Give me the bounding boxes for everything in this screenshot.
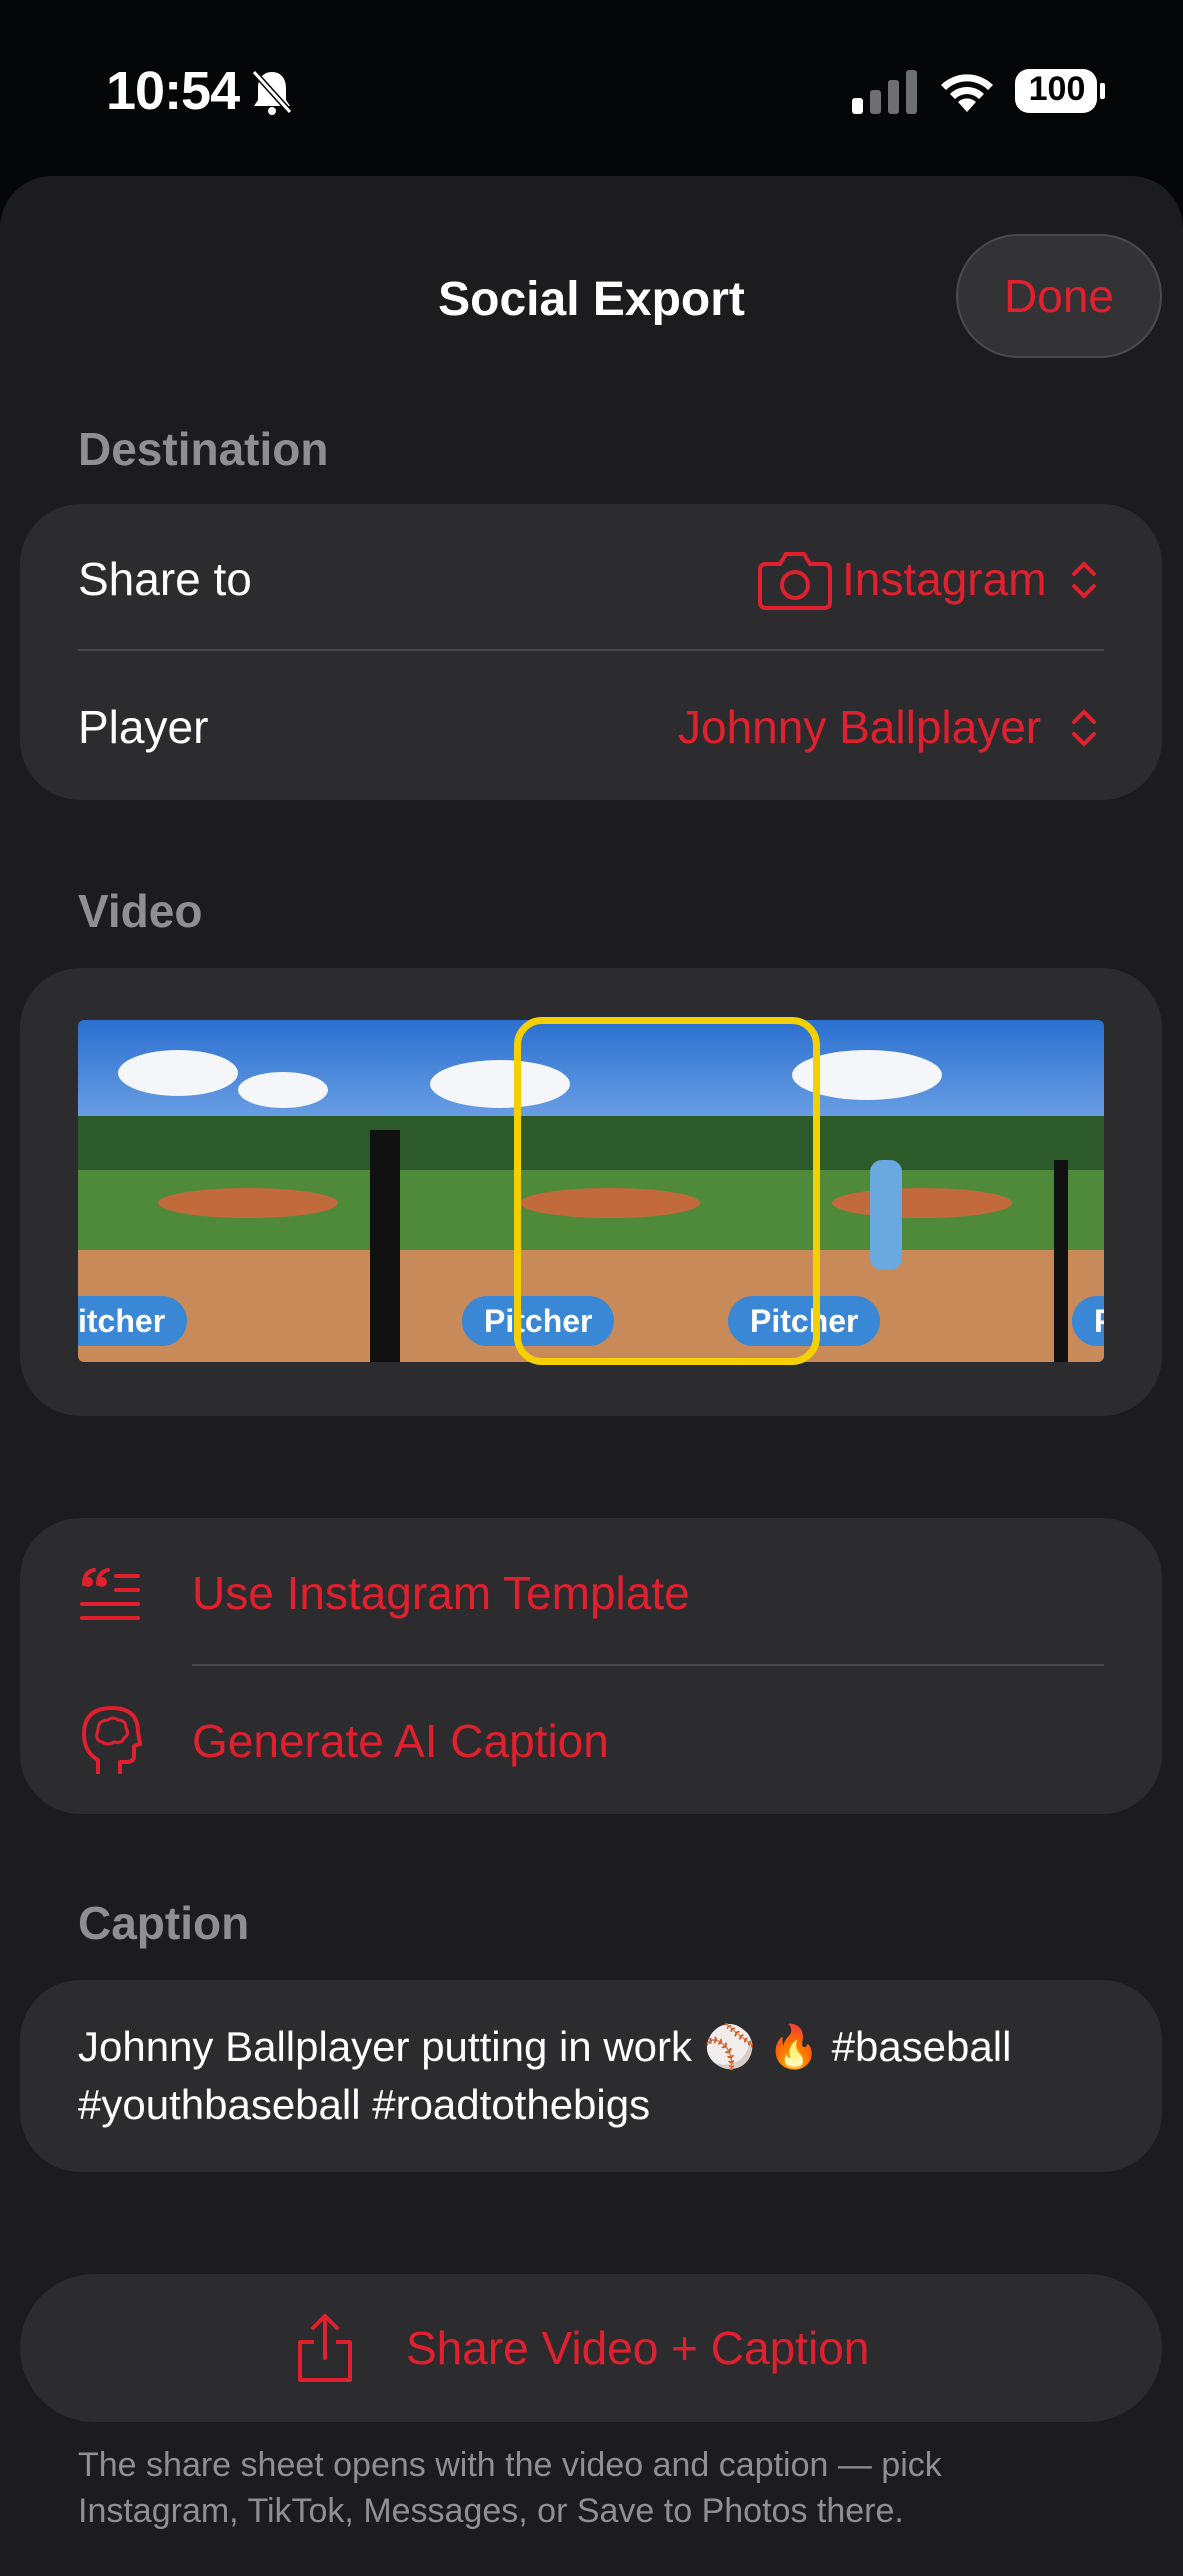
player-picker[interactable]: Johnny Ballplayer: [670, 680, 1112, 780]
share-footnote: The share sheet opens with the video and…: [78, 2442, 1128, 2534]
cellular-signal-icon: [852, 70, 917, 114]
use-template-label: Use Instagram Template: [192, 1567, 690, 1619]
pitcher-tag: itcher: [78, 1296, 188, 1346]
footnote-line: Instagram, TikTok, Messages, or Save to …: [78, 2492, 904, 2530]
share-icon: [298, 2314, 352, 2382]
player-label: Player: [78, 701, 209, 753]
share-to-label: Share to: [78, 553, 252, 605]
row-divider: [78, 649, 1104, 651]
status-time: 10:54: [106, 61, 240, 121]
frame-selection-handle[interactable]: [514, 1017, 820, 1365]
camera-icon: [758, 552, 832, 610]
chevron-up-down-icon: [1072, 709, 1096, 747]
text-quote-icon: [80, 1568, 140, 1620]
player-value: Johnny Ballplayer: [678, 701, 1042, 753]
video-frame[interactable]: itcher: [78, 1020, 370, 1362]
share-video-caption-label: Share Video + Caption: [406, 2322, 870, 2374]
caption-line: #youthbaseball #roadtothebigs: [78, 2081, 651, 2128]
bell-slash-icon: [251, 69, 293, 115]
caption-field[interactable]: Johnny Ballplayer putting in work ⚾️ 🔥 #…: [78, 2018, 1108, 2134]
status-bar: 10:54 100: [0, 0, 1183, 175]
battery-level: 100: [1028, 70, 1086, 108]
share-to-value: Instagram: [842, 553, 1047, 605]
share-to-picker[interactable]: Instagram: [756, 530, 1112, 630]
use-template-button[interactable]: Use Instagram Template: [20, 1518, 1162, 1666]
footnote-line: The share sheet opens with the video and…: [78, 2446, 942, 2484]
wifi-icon: [941, 74, 993, 112]
done-button[interactable]: Done: [956, 234, 1162, 358]
caption-header: Caption: [78, 1897, 250, 1949]
caption-line: Johnny Ballplayer putting in work ⚾️ 🔥 #…: [78, 2023, 1012, 2070]
generate-ai-caption-label: Generate AI Caption: [192, 1715, 609, 1767]
chevron-up-down-icon: [1072, 561, 1096, 599]
generate-ai-caption-button[interactable]: Generate AI Caption: [20, 1666, 1162, 1814]
video-frame[interactable]: P: [1054, 1020, 1104, 1362]
brain-head-icon: [82, 1706, 142, 1774]
video-header: Video: [78, 885, 203, 937]
destination-header: Destination: [78, 423, 329, 475]
